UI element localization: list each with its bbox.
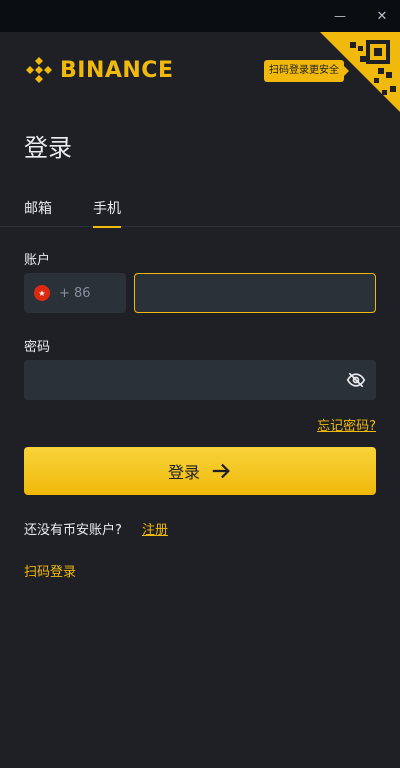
close-button[interactable]: ✕	[362, 0, 400, 32]
binance-logo-icon	[26, 57, 52, 83]
phone-input[interactable]	[134, 273, 376, 313]
minimize-icon: —	[334, 9, 346, 23]
brand-name: BINANCE	[60, 57, 174, 83]
tab-email[interactable]: 邮箱	[24, 198, 52, 226]
no-account-text: 还没有币安账户?	[24, 523, 122, 538]
arrow-right-icon	[212, 463, 230, 479]
minimize-button[interactable]: —	[320, 0, 360, 32]
title-bar: — ✕	[0, 0, 400, 32]
china-flag-icon: ★	[34, 285, 50, 301]
qr-login-tooltip: 扫码登录更安全	[264, 60, 349, 82]
account-label: 账户	[24, 253, 51, 268]
login-button-label: 登录	[167, 463, 200, 482]
country-code: + 86	[59, 285, 91, 301]
binance-logo: BINANCE	[24, 54, 173, 86]
forgot-password-link[interactable]: 忘记密码?	[317, 415, 376, 434]
login-method-tabs: 邮箱 手机	[0, 194, 400, 228]
country-code-selector[interactable]: ★ + 86	[24, 273, 126, 313]
qr-login-link[interactable]: 扫码登录	[24, 561, 76, 580]
eye-off-icon[interactable]	[346, 370, 366, 390]
password-field[interactable]	[24, 360, 376, 400]
page-title: 登录	[24, 134, 72, 162]
register-link[interactable]: 注册	[142, 519, 168, 538]
password-label: 密码	[24, 340, 51, 355]
tab-phone[interactable]: 手机	[93, 198, 121, 228]
close-icon: ✕	[376, 8, 388, 24]
login-button[interactable]: 登录	[24, 447, 376, 495]
